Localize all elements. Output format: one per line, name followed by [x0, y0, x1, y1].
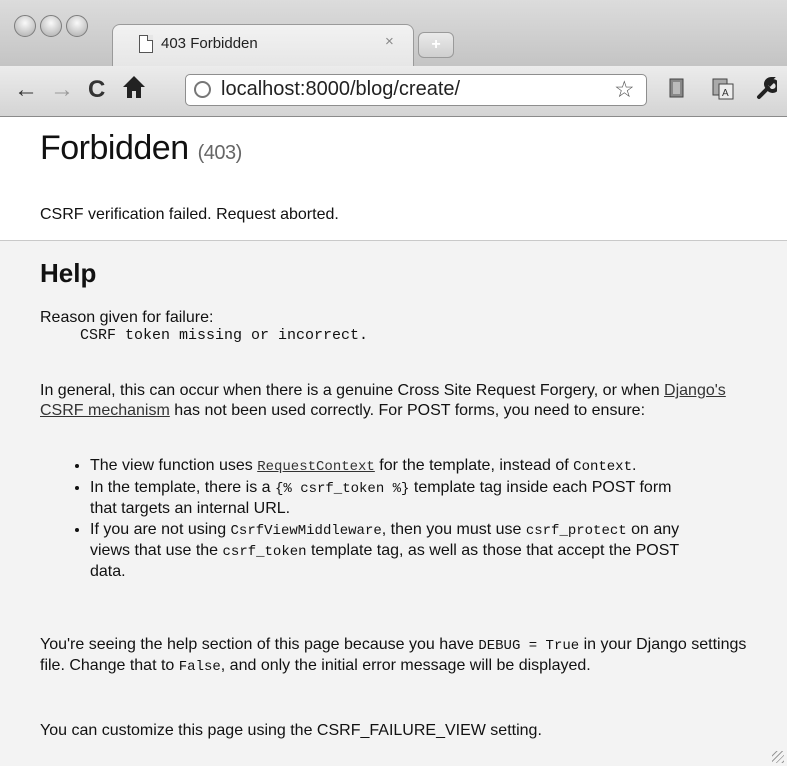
- code-text: {% csrf_token %}: [275, 481, 410, 497]
- code-text: CsrfViewMiddleware: [230, 523, 382, 539]
- globe-icon: [194, 81, 211, 98]
- list-item: If you are not using CsrfViewMiddleware,…: [90, 520, 690, 582]
- close-tab-icon[interactable]: ×: [385, 33, 394, 50]
- requirements-list: The view function uses RequestContext fo…: [60, 456, 690, 583]
- zoom-window-button[interactable]: [66, 15, 88, 37]
- new-tab-button[interactable]: +: [418, 32, 454, 58]
- tab-strip: 403 Forbidden × +: [0, 0, 787, 67]
- close-window-button[interactable]: [14, 15, 36, 37]
- item-text: In the template, there is a: [90, 479, 275, 496]
- page-content: Forbidden (403) CSRF verification failed…: [0, 117, 787, 766]
- url-text: localhost:8000/blog/create/: [221, 78, 461, 100]
- help-heading: Help: [40, 258, 97, 288]
- requestcontext-link[interactable]: RequestContext: [257, 459, 375, 475]
- error-message: CSRF verification failed. Request aborte…: [40, 206, 339, 223]
- page-icon: [139, 35, 153, 53]
- code-text: csrf_token: [222, 544, 307, 560]
- help-section: Help Reason given for failure: CSRF toke…: [0, 241, 787, 766]
- item-text: for the template, instead of: [374, 457, 574, 474]
- list-item: In the template, there is a {% csrf_toke…: [90, 478, 690, 519]
- home-icon[interactable]: [122, 74, 146, 107]
- page-action-icon[interactable]: [666, 77, 688, 101]
- code-text: False: [178, 659, 221, 675]
- code-text: Context: [573, 459, 632, 475]
- minimize-window-button[interactable]: [40, 15, 62, 37]
- code-text: DEBUG = True: [478, 638, 580, 654]
- svg-text:A: A: [722, 88, 729, 99]
- customize-paragraph: You can customize this page using the CS…: [40, 722, 542, 739]
- reload-icon[interactable]: C: [88, 76, 105, 104]
- item-text: The view function uses: [90, 457, 258, 474]
- bookmark-star-icon[interactable]: ☆: [614, 76, 635, 103]
- browser-tab[interactable]: 403 Forbidden ×: [112, 24, 414, 67]
- intro-paragraph: In general, this can occur when there is…: [40, 381, 765, 421]
- intro-text: In general, this can occur when there is…: [40, 382, 665, 399]
- reason-label: Reason given for failure:: [40, 309, 214, 326]
- status-code: (403): [197, 142, 243, 164]
- page-title: Forbidden (403): [40, 129, 242, 168]
- resize-grip[interactable]: [772, 751, 784, 763]
- item-text: .: [631, 457, 637, 474]
- debug-text: , and only the initial error message wil…: [220, 657, 591, 674]
- browser-toolbar: ← → C localhost:8000/blog/create/ ☆ A: [0, 66, 787, 117]
- translate-icon[interactable]: A: [712, 77, 734, 101]
- intro-text-end: has not been used correctly. For POST fo…: [169, 402, 646, 419]
- wrench-icon[interactable]: [755, 77, 777, 101]
- title-text: Forbidden: [40, 129, 189, 167]
- item-text: If you are not using: [90, 521, 231, 538]
- address-bar[interactable]: localhost:8000/blog/create/ ☆: [185, 74, 647, 106]
- list-item: The view function uses RequestContext fo…: [90, 456, 690, 477]
- debug-paragraph: You're seeing the help section of this p…: [40, 635, 765, 677]
- tab-title: 403 Forbidden: [161, 35, 258, 52]
- back-icon[interactable]: ←: [14, 76, 38, 104]
- code-text: csrf_protect: [525, 523, 627, 539]
- debug-text: You're seeing the help section of this p…: [40, 636, 479, 653]
- item-text: , then you must use: [381, 521, 526, 538]
- failure-reason: CSRF token missing or incorrect.: [80, 327, 369, 344]
- summary-section: Forbidden (403) CSRF verification failed…: [0, 117, 787, 241]
- browser-window: 403 Forbidden × + ← → C localhost:8000/b…: [0, 0, 787, 766]
- forward-icon[interactable]: →: [50, 76, 74, 104]
